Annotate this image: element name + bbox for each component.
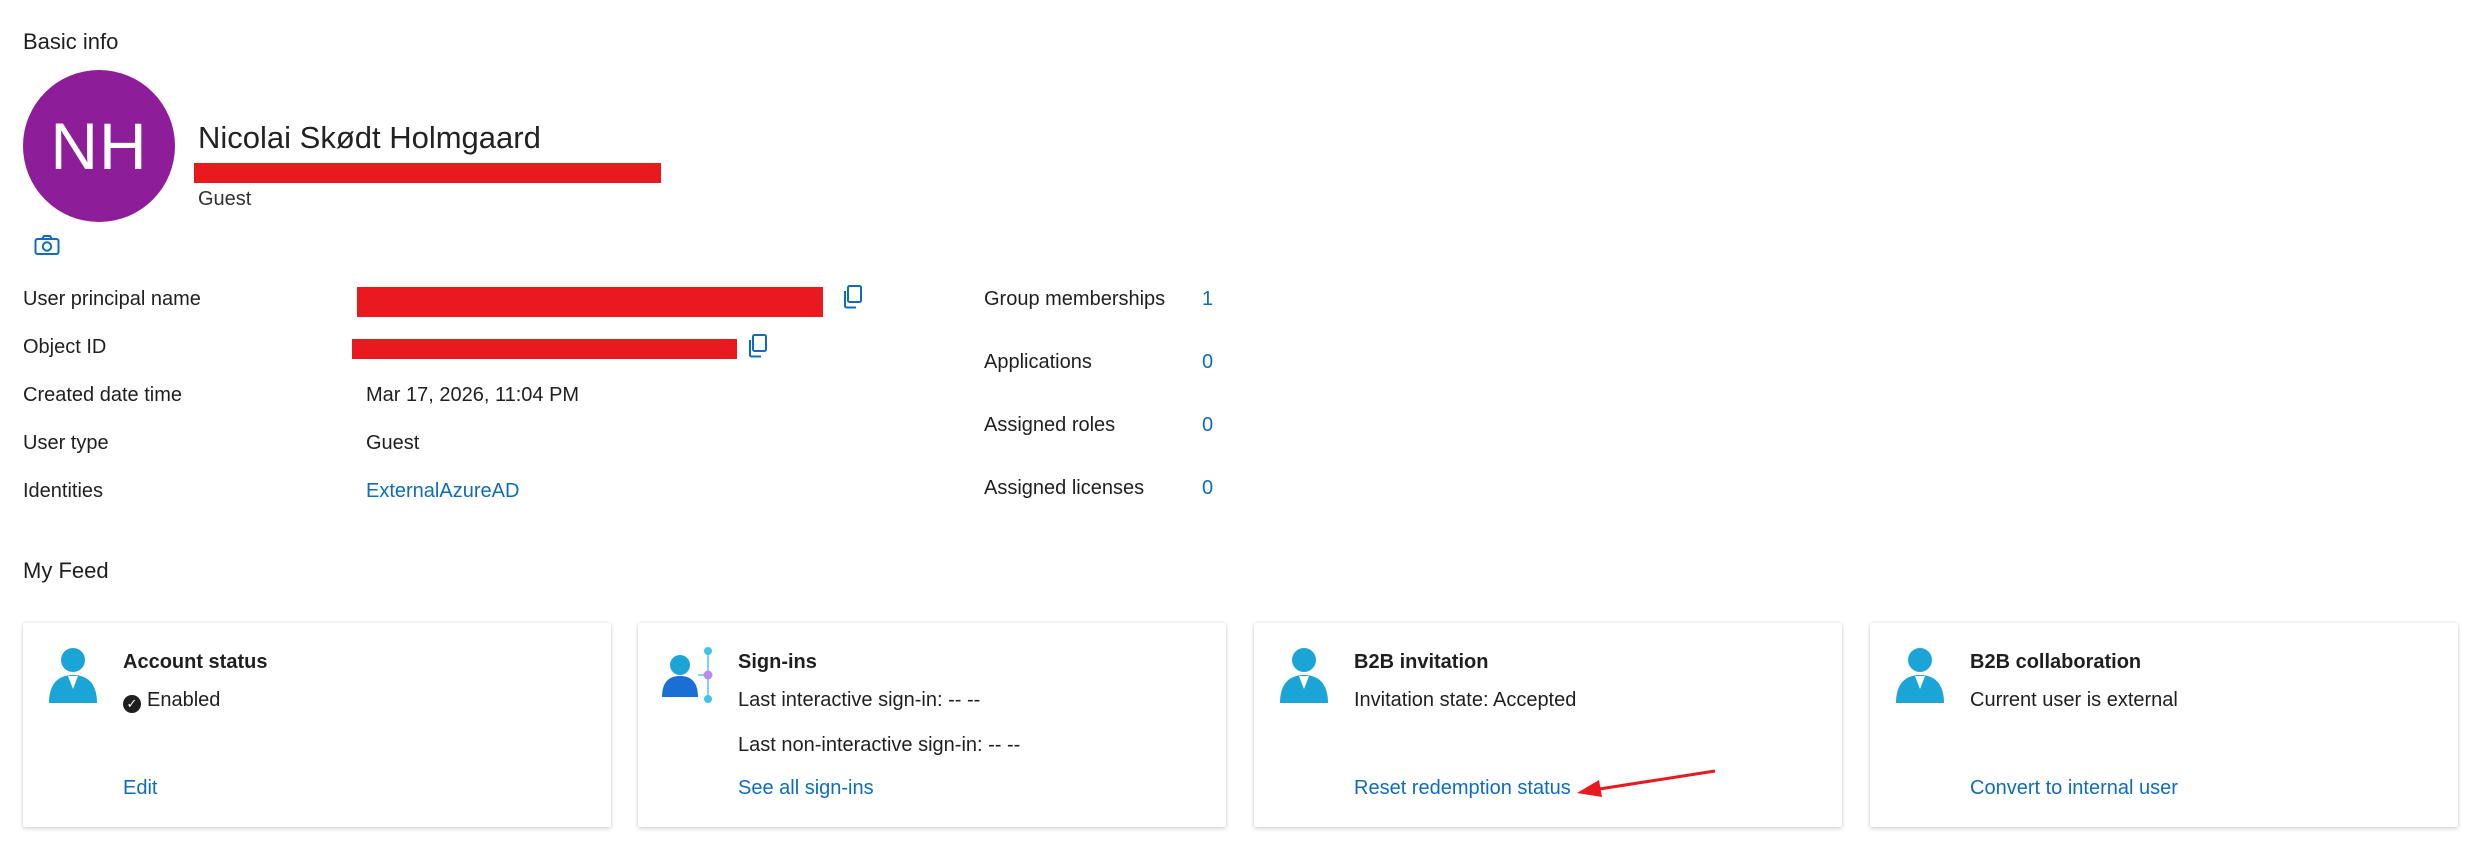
user-icon — [49, 648, 97, 703]
b2b-collaboration-card: B2B collaboration Current user is extern… — [1870, 623, 2458, 827]
last-non-interactive-sign-in: Last non-interactive sign-in: -- -- — [738, 734, 1021, 756]
card-title: B2B collaboration — [1970, 651, 2142, 673]
avatar: NH — [23, 70, 175, 222]
avatar-initials: NH — [50, 109, 148, 183]
created-value: Mar 17, 2026, 11:04 PM — [366, 384, 580, 406]
object-id-label: Object ID — [23, 336, 107, 358]
identities-link[interactable]: ExternalAzureAD — [366, 480, 519, 503]
applications-count[interactable]: 0 — [1202, 351, 1213, 374]
upn-redaction — [357, 287, 823, 317]
account-enabled-status: ✓ Enabled — [123, 689, 220, 713]
invitation-state: Invitation state: Accepted — [1354, 689, 1577, 711]
camera-icon[interactable] — [34, 234, 60, 256]
basic-info-heading: Basic info — [23, 29, 119, 54]
user-type-value: Guest — [366, 432, 420, 454]
assigned-licenses-label: Assigned licenses — [984, 477, 1145, 499]
last-interactive-sign-in: Last interactive sign-in: -- -- — [738, 689, 981, 711]
card-title: Account status — [123, 651, 268, 673]
annotation-arrow — [1577, 769, 1716, 797]
sign-ins-icon — [662, 647, 713, 703]
card-title: Sign-ins — [738, 651, 817, 673]
card-title: B2B invitation — [1354, 651, 1489, 673]
sign-ins-card: Sign-ins Last interactive sign-in: -- --… — [638, 623, 1226, 827]
group-memberships-count[interactable]: 1 — [1202, 288, 1213, 311]
b2b-invitation-card: B2B invitation Invitation state: Accepte… — [1254, 623, 1842, 827]
copy-object-id-icon[interactable] — [746, 333, 768, 359]
reset-redemption-status-link[interactable]: Reset redemption status — [1354, 777, 1571, 800]
my-feed-heading: My Feed — [23, 558, 109, 583]
display-name: Nicolai Skødt Holmgaard — [198, 120, 541, 155]
user-type-caption: Guest — [198, 188, 252, 210]
redaction-bar — [194, 163, 661, 183]
upn-label: User principal name — [23, 288, 201, 310]
see-all-sign-ins-link[interactable]: See all sign-ins — [738, 777, 874, 800]
edit-link[interactable]: Edit — [123, 777, 157, 800]
created-label: Created date time — [23, 384, 182, 406]
group-memberships-label: Group memberships — [984, 288, 1166, 310]
convert-to-internal-user-link[interactable]: Convert to internal user — [1970, 777, 2178, 800]
assigned-roles-label: Assigned roles — [984, 414, 1116, 436]
copy-upn-icon[interactable] — [841, 284, 863, 310]
assigned-roles-count[interactable]: 0 — [1202, 414, 1213, 437]
user-icon — [1896, 648, 1944, 703]
account-status-card: Account status ✓ Enabled Edit — [23, 623, 611, 827]
user-icon — [1280, 648, 1328, 703]
collaboration-state: Current user is external — [1970, 689, 2178, 711]
object-id-redaction — [352, 339, 737, 359]
assigned-licenses-count[interactable]: 0 — [1202, 477, 1213, 500]
applications-label: Applications — [984, 351, 1092, 373]
check-circle-icon: ✓ — [123, 695, 141, 713]
identities-label: Identities — [23, 480, 104, 502]
user-type-label: User type — [23, 432, 109, 454]
status-text: Enabled — [147, 689, 221, 711]
